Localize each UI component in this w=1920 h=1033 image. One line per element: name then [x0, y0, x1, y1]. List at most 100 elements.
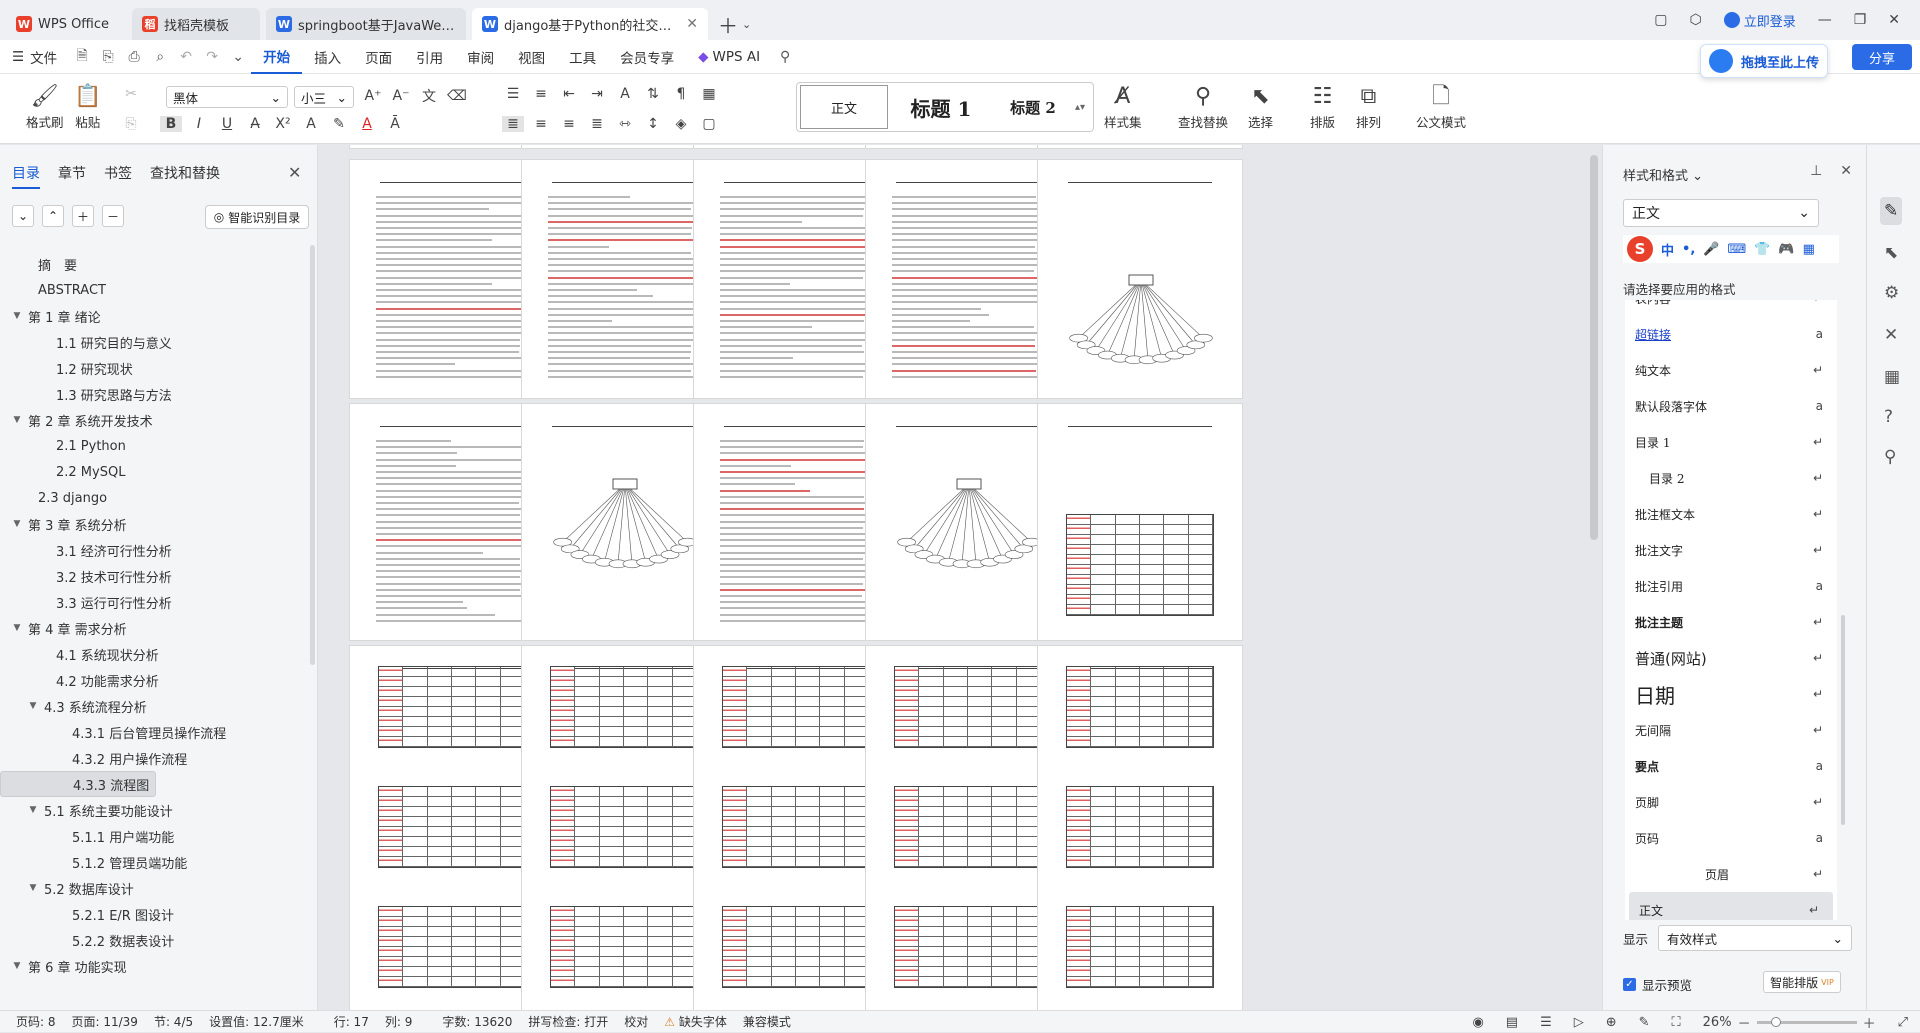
tools-icon[interactable]: ✕: [1884, 325, 1898, 345]
add-heading-icon[interactable]: ＋: [72, 205, 94, 227]
status-word-count[interactable]: 字数: 13620: [442, 1013, 512, 1030]
tab-chapters[interactable]: 章节: [58, 163, 86, 189]
find-replace-button[interactable]: ⚲ 查找替换: [1178, 82, 1228, 131]
fit-icon[interactable]: ⛶: [1672, 1015, 1681, 1030]
cut-icon[interactable]: ✂: [120, 86, 142, 102]
toc-item[interactable]: 4.2 功能需求分析: [0, 667, 310, 693]
document-page[interactable]: [1037, 403, 1243, 641]
remove-heading-icon[interactable]: －: [102, 205, 124, 227]
plugin-icon[interactable]: ⚲: [1884, 447, 1896, 467]
arrange-button[interactable]: ⧉ 排列: [1356, 82, 1381, 131]
sogou-icon[interactable]: S: [1627, 236, 1653, 262]
game-icon[interactable]: 🎮: [1778, 242, 1794, 257]
smart-toc-button[interactable]: ◎ 智能识别目录: [205, 205, 309, 229]
search-icon[interactable]: ⚲: [772, 49, 798, 65]
chinese-layout-icon[interactable]: A: [614, 86, 636, 102]
toc-item[interactable]: ▼ 第 1 章 绪论: [0, 303, 310, 329]
toc-expand-icon[interactable]: ▼: [10, 519, 24, 529]
zoom-slider-knob[interactable]: [1770, 1016, 1781, 1027]
toc-item[interactable]: 3.2 技术可行性分析: [0, 563, 310, 589]
cube-icon[interactable]: ⬡: [1689, 12, 1701, 28]
window-layout-icon[interactable]: ▢: [1654, 12, 1667, 28]
style-list-item[interactable]: 目录 1 ↵: [1625, 424, 1837, 460]
toc-item[interactable]: 4.3.1 后台管理员操作流程: [0, 719, 310, 745]
menu-tab-member[interactable]: 会员专享: [608, 40, 686, 74]
style-list-item[interactable]: 目录 2 ↵: [1625, 460, 1837, 496]
sort-icon[interactable]: ⇅: [642, 86, 664, 102]
show-preview-checkbox[interactable]: ✓ 显示预览: [1623, 975, 1692, 994]
status-spell-check[interactable]: 拼写检查: 打开: [528, 1013, 608, 1030]
toc-item[interactable]: 4.3.2 用户操作流程: [0, 745, 310, 771]
style-normal[interactable]: 正文: [800, 85, 888, 129]
zoom-out-icon[interactable]: －: [1738, 1013, 1751, 1032]
tab-toc[interactable]: 目录: [12, 163, 40, 189]
status-page-number[interactable]: 页码: 8: [16, 1013, 56, 1030]
restore-icon[interactable]: ❐: [1854, 12, 1867, 28]
toc-item[interactable]: 1.2 研究现状: [0, 355, 310, 381]
toc-item[interactable]: ▼ 第 4 章 需求分析: [0, 615, 310, 641]
style-list-item[interactable]: 默认段落字体 a: [1625, 388, 1837, 424]
toc-item[interactable]: ▼ 5.2 数据库设计: [0, 875, 310, 901]
toc-expand-icon[interactable]: ▼: [26, 883, 40, 893]
menu-tab-start[interactable]: 开始: [251, 40, 303, 74]
style-list-item[interactable]: 表内容 ↵: [1625, 300, 1837, 316]
document-canvas[interactable]: [319, 145, 1601, 1010]
tab-springboot-doc[interactable]: W springboot基于JavaWeb的房产信息: [266, 8, 466, 40]
document-scrollbar[interactable]: [1590, 155, 1598, 540]
toc-item[interactable]: 5.2.2 数据表设计: [0, 927, 310, 953]
toc-item[interactable]: ▼ 第 2 章 系统开发技术: [0, 407, 310, 433]
select-button[interactable]: ⬉ 选择: [1248, 82, 1273, 131]
print-preview-icon[interactable]: ⌕: [147, 49, 173, 65]
style-list-item[interactable]: 超链接 a: [1625, 316, 1837, 352]
page-view-icon[interactable]: ▤: [1506, 1015, 1518, 1030]
redo-icon[interactable]: ↷: [199, 49, 225, 65]
current-style-select[interactable]: 正文 ⌄: [1623, 199, 1819, 227]
style-list-item[interactable]: 正文 ↵: [1629, 892, 1833, 920]
open-icon[interactable]: ⎘: [95, 49, 121, 65]
format-painter-button[interactable]: 🖌 格式刷: [26, 82, 64, 131]
minimize-icon[interactable]: —: [1818, 12, 1832, 28]
gallery-expand-icon[interactable]: ▴▾: [1075, 102, 1085, 113]
toc-item[interactable]: ABSTRACT: [0, 277, 310, 303]
outline-icon[interactable]: ☰: [1540, 1015, 1552, 1030]
menu-tab-insert[interactable]: 插入: [302, 40, 353, 74]
eye-icon[interactable]: ◉: [1472, 1015, 1483, 1030]
zoom-in-icon[interactable]: ＋: [1863, 1013, 1876, 1032]
align-right-icon[interactable]: ≡: [558, 116, 580, 132]
ime-chinese-icon[interactable]: 中: [1661, 240, 1674, 259]
grid-icon[interactable]: ▦: [1884, 367, 1900, 387]
toc-item[interactable]: 2.3 django: [0, 485, 310, 511]
file-menu[interactable]: ☰ 文件: [0, 40, 69, 74]
smart-layout-button[interactable]: 智能排版 VIP: [1763, 971, 1841, 993]
tab-wps-office[interactable]: W WPS Office: [6, 8, 126, 40]
pen-icon[interactable]: ✎: [1880, 197, 1903, 225]
style-list-item[interactable]: 要点 a: [1625, 748, 1837, 784]
style-list-item[interactable]: 批注文字 ↵: [1625, 532, 1837, 568]
toc-item[interactable]: 摘 要: [0, 251, 310, 277]
italic-icon[interactable]: I: [188, 116, 210, 132]
mic-icon[interactable]: 🎤: [1703, 242, 1719, 257]
toc-item[interactable]: ▼ 第 6 章 功能实现: [0, 953, 310, 979]
align-center-icon[interactable]: ≡: [530, 116, 552, 132]
menu-tab-page[interactable]: 页面: [353, 40, 404, 74]
help-icon[interactable]: ?: [1884, 407, 1893, 427]
toc-item[interactable]: ▼ 第 3 章 系统分析: [0, 511, 310, 537]
tab-docer-templates[interactable]: 稻 找稻壳模板: [132, 8, 260, 40]
toc-item[interactable]: 5.2.1 E/R 图设计: [0, 901, 310, 927]
status-setting[interactable]: 设置值: 12.7厘米: [209, 1013, 304, 1030]
highlight-icon[interactable]: ✎: [328, 116, 350, 132]
close-pane-icon[interactable]: ✕: [1840, 163, 1852, 179]
pin-icon[interactable]: ⊥: [1810, 163, 1822, 179]
toc-item[interactable]: 5.1.1 用户端功能: [0, 823, 310, 849]
font-color-icon[interactable]: A: [356, 116, 378, 132]
line-spacing-icon[interactable]: ↕: [642, 116, 664, 132]
toc-item[interactable]: 5.1.2 管理员端功能: [0, 849, 310, 875]
menu-tab-view[interactable]: 视图: [506, 40, 557, 74]
more-icon[interactable]: ⌄: [225, 49, 251, 65]
style-list-item[interactable]: 日期 ↵: [1625, 676, 1837, 712]
adjust-icon[interactable]: ⚙: [1884, 283, 1899, 303]
keyboard-icon[interactable]: ⌨: [1727, 242, 1746, 257]
document-page[interactable]: [1037, 159, 1243, 399]
toc-item[interactable]: 3.1 经济可行性分析: [0, 537, 310, 563]
tab-django-doc[interactable]: W django基于Python的社交音乐网站 ✕: [472, 8, 708, 40]
